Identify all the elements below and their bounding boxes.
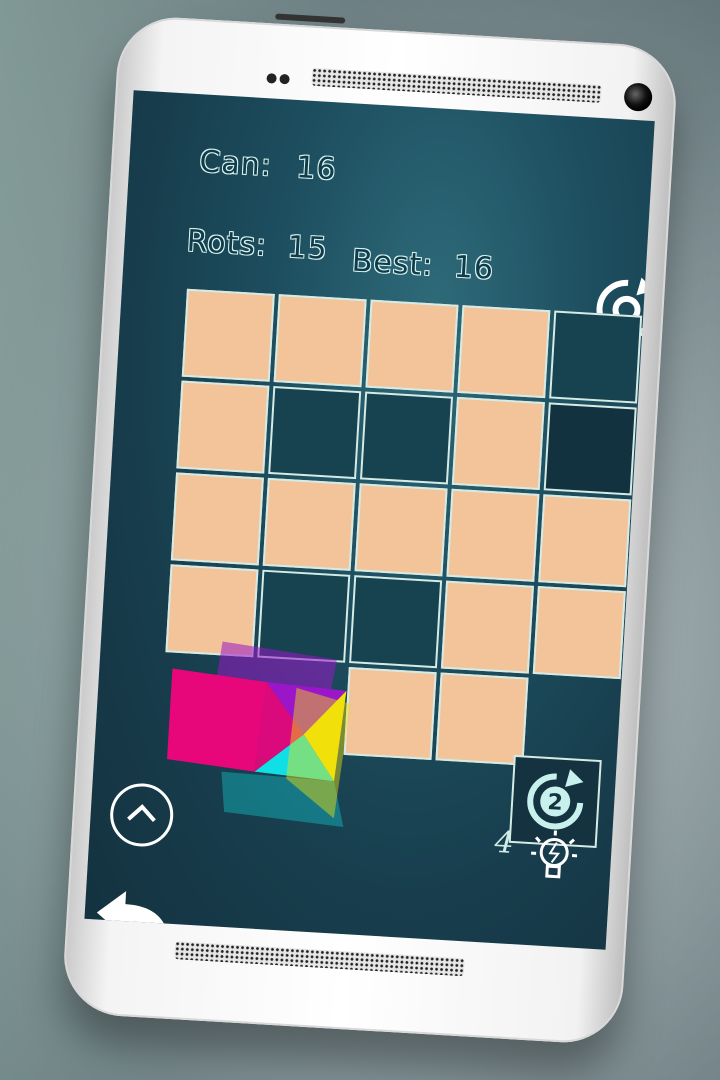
chevron-up-icon [127,804,156,823]
board-cell-0-3[interactable] [457,305,551,399]
pyramid-piece[interactable] [163,639,354,829]
board-cell-3-3[interactable] [440,580,534,674]
top-speaker-grille [311,67,602,103]
back-arrow-icon [96,891,170,941]
board-cell-2-4[interactable] [538,494,632,588]
rots-stat: Rots: 15 [186,224,329,267]
board-cell-2-3[interactable] [446,488,540,582]
lightbulb-hint-icon[interactable] [527,827,580,890]
can-label: Can: [198,144,273,184]
sensor-dots [266,68,293,89]
can-value: 16 [295,150,338,188]
expand-up-button[interactable] [107,780,177,850]
board-cell-0-4[interactable] [549,310,643,404]
board-cell-2-0[interactable] [170,472,264,566]
best-stat: Best: 16 [351,243,495,286]
board-cell-1-1[interactable] [268,386,362,480]
bottom-speaker-grille [174,941,465,977]
phone-frame: Can: 16 Rots: 15 Best: 16 2 4 [60,13,680,1046]
hints-count: 4 [493,824,515,862]
best-value: 16 [452,249,495,287]
board-cell-4-3[interactable] [435,672,529,766]
piece-magenta-face [163,668,267,772]
board-cell-3-2[interactable] [349,575,443,669]
board-cell-4-2[interactable] [343,666,437,761]
best-label: Best: [350,243,435,284]
board-cell-1-4[interactable] [543,402,637,496]
board-cell-3-4[interactable] [532,586,626,680]
board-cell-1-3[interactable] [451,396,545,490]
board-cell-2-1[interactable] [262,477,356,571]
board-cell-0-0[interactable] [181,288,275,382]
rots-label: Rots: [185,223,269,264]
game-screen: Can: 16 Rots: 15 Best: 16 2 4 [84,90,655,950]
can-stat: Can: 16 [199,144,338,187]
board-cell-1-2[interactable] [359,391,454,485]
board-cell-1-0[interactable] [176,380,270,474]
front-camera [623,82,653,112]
board-cell-0-1[interactable] [273,294,367,388]
back-arrow-button[interactable] [93,884,176,944]
board-cell-0-2[interactable] [365,299,459,393]
rotate-badge: 2 [547,790,564,816]
board-cell-2-2[interactable] [354,483,448,577]
rots-value: 15 [286,229,329,267]
